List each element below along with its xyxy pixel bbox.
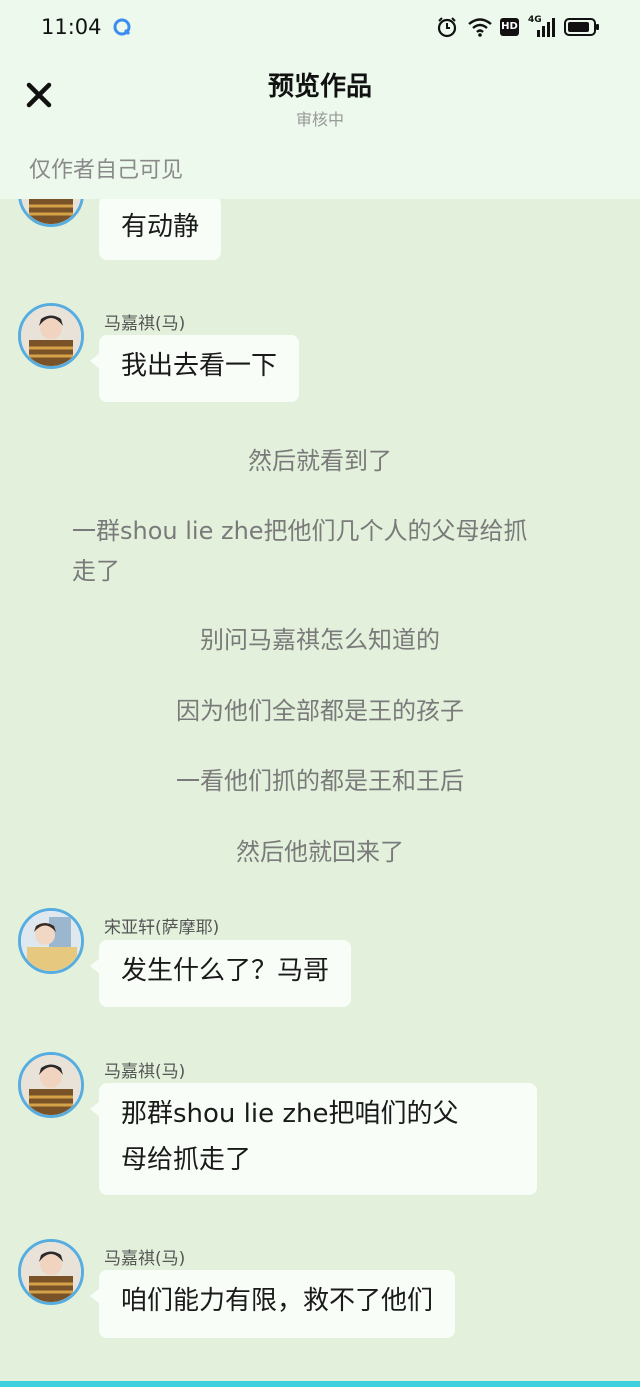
page-title: 预览作品 <box>267 72 372 102</box>
message-text: 咱们能力有限，救不了他们 <box>121 1286 434 1316</box>
message-bubble: 发生什么了？马哥 <box>89 940 352 1007</box>
avatar[interactable] <box>18 1239 84 1305</box>
narration-text: 然后就看到了 <box>248 447 392 475</box>
top-bar: 11:04 HD 4G 预览作品 审核中 仅作者自己可见 <box>0 0 640 199</box>
narration-text: 一看他们抓的都是王和王后 <box>176 767 464 795</box>
alarm-icon <box>437 17 457 38</box>
narration-text: 因为他们全部都是王的孩子 <box>176 697 464 725</box>
message-text: 我出去看一下 <box>121 351 278 381</box>
narration-text: 然后他就回来了 <box>236 838 404 866</box>
wifi-icon <box>468 18 492 37</box>
message-text-line: 母给抓走了 <box>121 1145 252 1175</box>
sender-name: 宋亚轩(萨摩耶) <box>104 918 220 938</box>
battery-icon <box>564 18 599 36</box>
status-time: 11:04 <box>41 15 102 39</box>
message-text: 有动静 <box>121 212 200 242</box>
message-bubble: 我出去看一下 <box>89 335 300 402</box>
avatar[interactable] <box>18 199 84 227</box>
sender-name: 马嘉祺(马) <box>104 1249 186 1269</box>
browser-app-icon <box>113 18 131 36</box>
sender-name: 马嘉祺(马) <box>104 314 186 334</box>
message-text-line: 那群shou lie zhe把咱们的父 <box>121 1099 459 1129</box>
narration-text: 一群shou lie zhe把他们几个人的父母给抓 <box>72 517 528 545</box>
message-text: 发生什么了？马哥 <box>121 956 330 986</box>
cellular-signal-icon <box>537 18 555 37</box>
avatar[interactable] <box>18 908 84 974</box>
chat-content[interactable]: 有动静 马嘉祺(马) 我出去看一下 然后就看到了 一群shou lie zhe把… <box>0 199 640 1382</box>
message-bubble: 有动静 <box>99 199 222 260</box>
narration-text: 别问马嘉祺怎么知道的 <box>200 626 440 654</box>
hd-icon: HD <box>500 18 519 36</box>
avatar[interactable] <box>18 1052 84 1118</box>
sender-name: 马嘉祺(马) <box>104 1062 186 1082</box>
message-bubble: 那群shou lie zhe把咱们的父 母给抓走了 <box>90 1083 537 1195</box>
status-bar: 11:04 HD 4G <box>0 0 640 56</box>
narration-text: 走了 <box>72 557 120 585</box>
avatar[interactable] <box>18 303 84 369</box>
visibility-notice: 仅作者自己可见 <box>29 158 184 183</box>
message-bubble: 咱们能力有限，救不了他们 <box>89 1270 456 1338</box>
review-status: 审核中 <box>295 110 344 129</box>
bottom-indicator <box>0 1381 640 1387</box>
